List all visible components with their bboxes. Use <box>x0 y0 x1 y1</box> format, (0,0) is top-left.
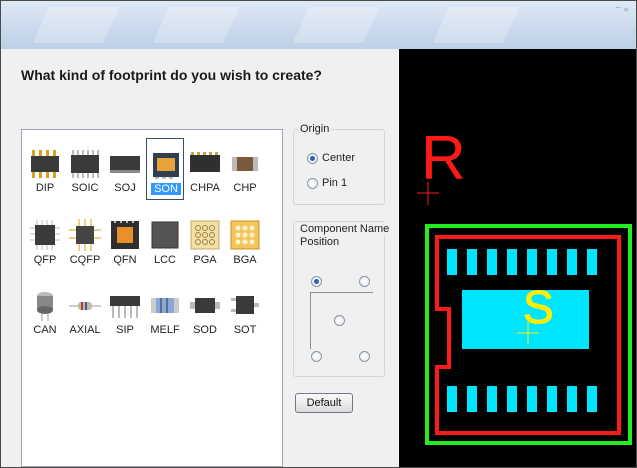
name-pos-bottom-left-radio[interactable] <box>311 351 322 362</box>
title-bar-glass <box>32 7 120 43</box>
footprint-option-chpa[interactable]: CHPA <box>186 138 224 200</box>
chp-icon <box>228 146 262 180</box>
origin-group-title: Origin <box>298 123 332 136</box>
pga-icon <box>188 218 222 252</box>
footprint-pad <box>567 386 577 412</box>
footprint-option-label: BGA <box>233 254 257 266</box>
title-bar-glass <box>292 7 380 43</box>
origin-center-label: Center <box>322 152 356 164</box>
lcc-icon <box>148 218 182 252</box>
soj-icon <box>108 146 142 180</box>
sip-icon <box>108 288 142 322</box>
footprint-pad <box>507 249 517 275</box>
cqfp-icon <box>68 218 102 252</box>
name-position-title-line2: Position <box>298 236 342 249</box>
footprint-option-sot[interactable]: SOT <box>226 280 264 342</box>
melf-icon <box>148 288 182 322</box>
footprint-option-soj[interactable]: SOJ <box>106 138 144 200</box>
footprint-option-label: SON <box>151 183 181 195</box>
son-icon <box>149 147 183 181</box>
footprint-option-son[interactable]: SON <box>146 138 184 200</box>
footprint-option-dip[interactable]: DIP <box>26 138 64 200</box>
bga-icon <box>228 218 262 252</box>
bottom-pads <box>447 386 597 412</box>
footprint-option-pga[interactable]: PGA <box>186 210 224 272</box>
footprint-pad <box>527 386 537 412</box>
footprint-wizard-window: ⁻ ▫ What kind of footprint do you wish t… <box>0 0 637 468</box>
soic-icon <box>68 146 102 180</box>
footprint-option-lcc[interactable]: LCC <box>146 210 184 272</box>
footprint-option-qfn[interactable]: QFN <box>106 210 144 272</box>
dip-icon <box>28 146 62 180</box>
sot-icon <box>228 288 262 322</box>
footprint-pad <box>547 249 557 275</box>
footprint-option-sip[interactable]: SIP <box>106 280 144 342</box>
origin-center-radio[interactable] <box>307 153 318 164</box>
top-pads <box>447 249 597 275</box>
footprint-option-cqfp[interactable]: CQFP <box>66 210 104 272</box>
footprint-pad <box>547 386 557 412</box>
footprint-option-label: SOJ <box>114 182 136 194</box>
footprint-pad <box>447 386 457 412</box>
qfn-icon <box>108 218 142 252</box>
footprint-option-chp[interactable]: CHP <box>226 138 264 200</box>
title-bar: ⁻ ▫ <box>1 1 636 49</box>
footprint-pad <box>527 249 537 275</box>
footprint-option-axial[interactable]: AXIAL <box>66 280 104 342</box>
origin-group <box>293 129 385 205</box>
axial-icon <box>68 288 102 322</box>
qfp-icon <box>28 218 62 252</box>
footprint-pad <box>487 249 497 275</box>
wizard-left-pane: What kind of footprint do you wish to cr… <box>1 49 399 467</box>
origin-pin1-label: Pin 1 <box>322 177 348 189</box>
footprint-option-bga[interactable]: BGA <box>226 210 264 272</box>
footprint-pad <box>507 386 517 412</box>
origin-pin1-radio[interactable] <box>307 178 318 189</box>
footprint-pad <box>447 249 457 275</box>
footprint-pad <box>567 249 577 275</box>
chpa-icon <box>188 146 222 180</box>
footprint-pad <box>487 386 497 412</box>
default-button[interactable]: Default <box>295 393 353 413</box>
title-bar-glass <box>152 7 240 43</box>
footprint-option-melf[interactable]: MELF <box>146 280 184 342</box>
footprint-option-qfp[interactable]: QFP <box>26 210 64 272</box>
footprint-option-can[interactable]: CAN <box>26 280 64 342</box>
title-bar-glass <box>432 7 520 43</box>
can-icon <box>28 288 62 322</box>
footprint-type-list[interactable]: DIP SOIC SOJ SON CHPA CHP QFP CQFP QFN LCC PGA BGA C… <box>21 129 283 467</box>
name-position-title-line1: Component Name <box>298 223 392 236</box>
footprint-option-soic[interactable]: SOIC <box>66 138 104 200</box>
footprint-pad <box>587 386 597 412</box>
footprint-preview: R S <box>399 49 636 467</box>
footprint-pad <box>467 249 477 275</box>
footprint-option-label: SOT <box>233 324 257 336</box>
name-pos-center-radio[interactable] <box>334 315 345 326</box>
name-pos-bottom-right-radio[interactable] <box>359 351 370 362</box>
preview-canvas: R S <box>417 124 632 445</box>
window-controls-icon[interactable]: ⁻ ▫ <box>615 3 628 16</box>
name-pos-top-right-radio[interactable] <box>359 276 370 287</box>
page-question: What kind of footprint do you wish to cr… <box>21 67 322 83</box>
footprint-pad <box>587 249 597 275</box>
footprint-option-sod[interactable]: SOD <box>186 280 224 342</box>
name-pos-top-left-radio[interactable] <box>311 276 322 287</box>
footprint-pad <box>467 386 477 412</box>
footprint-option-label: CHP <box>233 182 257 194</box>
sod-icon <box>188 288 222 322</box>
